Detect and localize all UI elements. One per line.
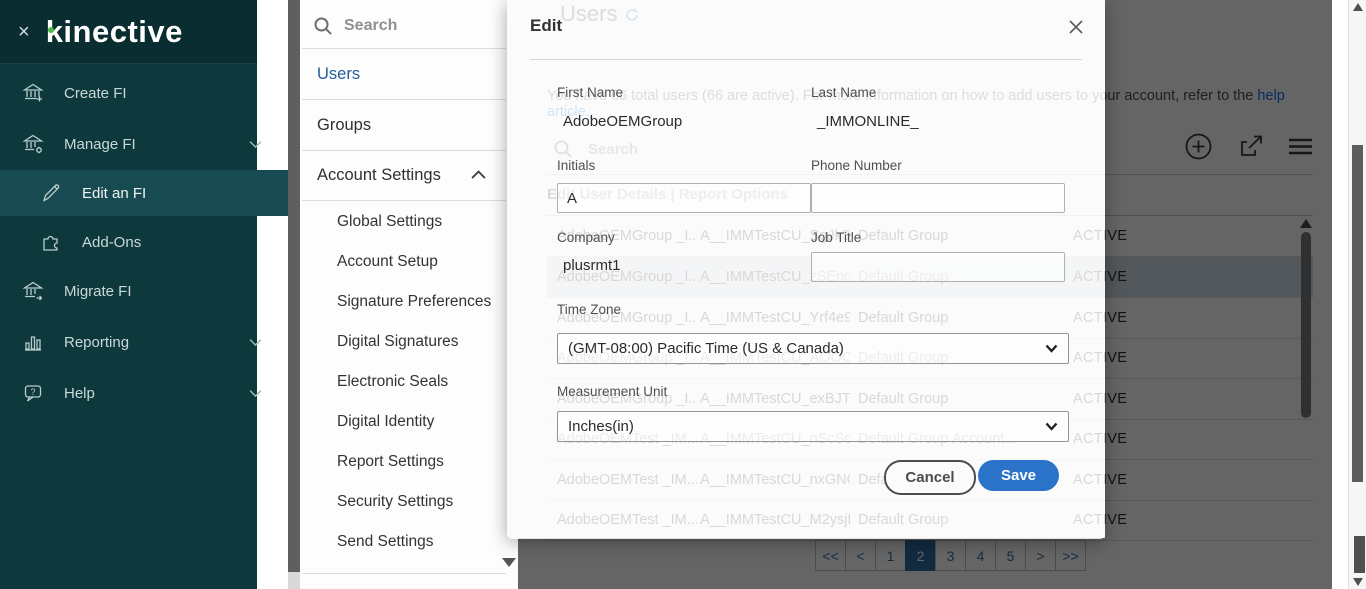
close-icon[interactable] <box>1067 18 1085 36</box>
page-scrollbar-thumb[interactable] <box>1352 145 1363 482</box>
company-value: plusrmt1 <box>563 257 621 274</box>
chevron-up-icon[interactable] <box>471 170 486 180</box>
page-scrollbar <box>1348 0 1366 589</box>
logo-green-dot-icon <box>48 27 54 33</box>
panel-search-placeholder: Search <box>344 17 397 35</box>
scrollbar-up-arrow-icon[interactable] <box>1353 3 1363 11</box>
time-zone-select[interactable]: (GMT-08:00) Pacific Time (US & Canada) <box>557 333 1069 364</box>
scroll-down-caret-icon[interactable] <box>501 557 517 568</box>
frame-scrollbar-thumb[interactable] <box>1354 536 1365 573</box>
measurement-unit-label: Measurement Unit <box>557 384 667 399</box>
chevron-down-icon <box>249 338 262 347</box>
chevron-down-icon <box>1045 422 1058 431</box>
last-name-value: _IMMONLINE_ <box>817 113 919 130</box>
first-name-label: First Name <box>557 85 623 100</box>
search-icon <box>312 15 334 37</box>
time-zone-label: Time Zone <box>557 302 621 317</box>
sidebar-item-help[interactable]: ? Help <box>0 373 279 413</box>
modal-backdrop <box>518 538 1105 589</box>
sidebar-item-add-ons[interactable]: Add-Ons <box>0 222 297 262</box>
phone-number-field[interactable] <box>811 183 1065 213</box>
panel-subitem-security-settings[interactable]: Security Settings <box>337 493 507 513</box>
svg-text:?: ? <box>30 387 35 397</box>
job-title-label: Job Title <box>811 230 861 245</box>
panel-subitem-digital-signatures[interactable]: Digital Signatures <box>337 333 507 353</box>
divider <box>302 200 506 201</box>
panel-scrollbar <box>288 0 300 589</box>
initials-field[interactable] <box>557 183 811 213</box>
save-button[interactable]: Save <box>978 460 1059 491</box>
divider <box>302 99 506 100</box>
initials-label: Initials <box>557 158 595 173</box>
modal-title: Edit <box>530 16 562 36</box>
edit-user-modal: Edit First Name AdobeOEMGroup Last Name … <box>507 0 1105 539</box>
panel-search[interactable]: Search <box>302 8 502 44</box>
panel-scrollbar-thumb[interactable] <box>288 0 300 572</box>
chevron-down-icon <box>1045 344 1058 353</box>
logo-band: × kinective <box>0 0 257 64</box>
puzzle-icon <box>40 231 62 253</box>
sidebar-item-reporting[interactable]: Reporting <box>0 322 279 362</box>
pencil-icon <box>40 182 62 204</box>
divider <box>530 59 1082 60</box>
sidebar-item-edit-an-fi[interactable]: Edit an FI <box>0 170 297 216</box>
panel-item-groups[interactable]: Groups <box>317 116 502 136</box>
panel-item-users[interactable]: Users <box>317 65 502 85</box>
measurement-unit-select[interactable]: Inches(in) <box>557 411 1069 442</box>
scrollbar-down-arrow-icon[interactable] <box>1353 578 1363 586</box>
bank-gear-icon <box>22 133 44 155</box>
divider <box>302 150 506 151</box>
panel-subitem-signature-preferences[interactable]: Signature Preferences <box>337 293 507 313</box>
job-title-field[interactable] <box>811 252 1065 282</box>
primary-sidebar: × kinective Create FI Manage FI Edit an … <box>0 0 257 589</box>
last-name-label: Last Name <box>811 85 876 100</box>
chevron-down-icon <box>249 140 262 149</box>
divider <box>302 573 506 574</box>
help-bubble-icon: ? <box>22 382 44 404</box>
sidebar-item-create-fi[interactable]: Create FI <box>0 73 279 113</box>
bank-plus-icon <box>22 82 44 104</box>
sidebar-collapse-icon[interactable]: × <box>18 22 30 42</box>
panel-subitem-report-settings[interactable]: Report Settings <box>337 453 507 473</box>
divider <box>302 48 506 49</box>
sidebar-item-manage-fi[interactable]: Manage FI <box>0 124 279 164</box>
bank-arrow-icon <box>22 280 44 302</box>
kinective-logo: kinective <box>46 14 183 50</box>
panel-subitem-global-settings[interactable]: Global Settings <box>337 213 507 233</box>
panel-subitem-send-settings[interactable]: Send Settings <box>337 533 507 553</box>
cancel-button[interactable]: Cancel <box>884 460 976 495</box>
modal-backdrop <box>1105 0 1332 589</box>
phone-number-label: Phone Number <box>811 158 902 173</box>
company-label: Company <box>557 230 615 245</box>
chevron-down-icon <box>249 389 262 398</box>
panel-subitem-digital-identity[interactable]: Digital Identity <box>337 413 507 433</box>
panel-subitem-account-setup[interactable]: Account Setup <box>337 253 507 273</box>
panel-subitem-electronic-seals[interactable]: Electronic Seals <box>337 373 507 393</box>
sidebar-item-migrate-fi[interactable]: Migrate FI <box>0 271 279 311</box>
first-name-value: AdobeOEMGroup <box>563 113 682 130</box>
bar-chart-icon <box>22 331 44 353</box>
